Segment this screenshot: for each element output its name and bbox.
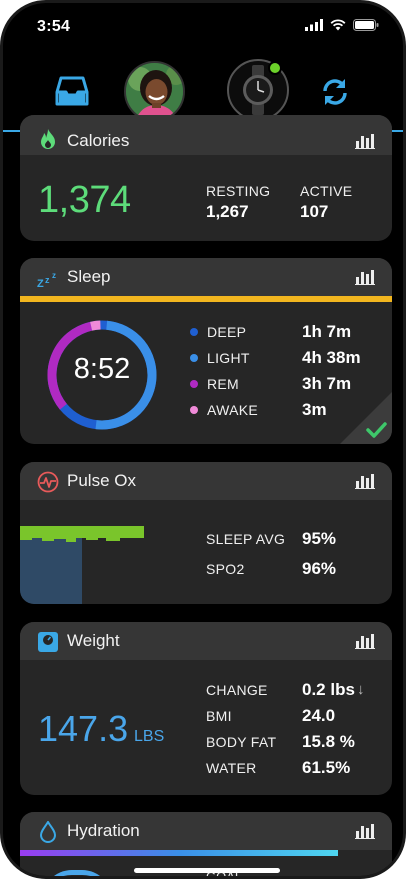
bar-chart-icon[interactable]: [355, 633, 375, 649]
calories-resting-value: 1,267: [206, 202, 249, 221]
sync-icon[interactable]: [319, 76, 351, 108]
sleep-awake-value: 3m: [302, 400, 327, 419]
sleep-title: Sleep: [67, 267, 111, 286]
sleep-deep-label: DEEP: [207, 324, 247, 340]
weight-change-value: 0.2 lbs: [302, 680, 355, 699]
battery-icon: [353, 19, 379, 31]
signal-icon: [305, 19, 323, 31]
scale-icon: [38, 632, 58, 652]
weight-water-value: 61.5%: [302, 758, 351, 777]
svg-text:Z: Z: [37, 278, 44, 289]
pulse-ox-card-header: Pulse Ox: [20, 462, 392, 500]
device-connected-indicator: [268, 61, 282, 75]
flame-icon: [41, 129, 55, 149]
bar-chart-icon[interactable]: [355, 269, 375, 285]
svg-text:z: z: [52, 271, 56, 280]
weight-change-arrow-icon: ↓: [357, 681, 365, 698]
bar-chart-icon[interactable]: [355, 473, 375, 489]
weight-card[interactable]: Weight 147.3 LBS CHANGE 0.2 lbs ↓ BMI 24…: [20, 622, 392, 795]
weight-bmi-label: BMI: [206, 708, 232, 724]
hydration-card-header: Hydration: [20, 812, 392, 850]
wifi-icon: [330, 19, 346, 31]
weight-water-label: WATER: [206, 760, 257, 776]
sleep-rem-label: REM: [207, 376, 240, 392]
sleep-card-header: Z z z Sleep: [20, 258, 392, 296]
pulse-ox-title: Pulse Ox: [67, 471, 136, 490]
sleep-awake-dot: [190, 406, 198, 414]
bar-chart-icon[interactable]: [355, 823, 375, 839]
sleep-total: 8:52: [73, 353, 131, 385]
weight-bmi-value: 24.0: [302, 706, 336, 725]
calories-active-label: ACTIVE: [300, 183, 353, 199]
calories-card[interactable]: Calories 1,374 RESTING 1,267 ACTIVE 107: [20, 115, 392, 241]
pulse-ox-sleep-avg-label: SLEEP AVG: [206, 531, 286, 547]
pulse-ox-card[interactable]: Pulse Ox SLEEP AVG 95% SPO2 96%: [20, 462, 392, 604]
status-bar: 3:54: [3, 3, 403, 53]
calories-total: 1,374: [38, 179, 131, 221]
hydration-value-clipped: [42, 870, 112, 876]
calories-card-header: Calories: [20, 115, 392, 155]
sleep-rem-dot: [190, 380, 198, 388]
zzz-icon: Z z z: [37, 271, 56, 289]
bar-chart-icon[interactable]: [355, 133, 375, 149]
sleep-rem-value: 3h 7m: [302, 374, 352, 393]
calories-title: Calories: [67, 131, 130, 150]
sleep-deep-value: 1h 7m: [302, 322, 352, 341]
weight-unit: LBS: [134, 728, 165, 745]
sleep-score-bar: [20, 296, 392, 302]
weight-change-label: CHANGE: [206, 682, 268, 698]
calories-resting-label: RESTING: [206, 183, 271, 199]
inbox-tray-icon[interactable]: [55, 75, 89, 107]
sleep-awake-label: AWAKE: [207, 402, 259, 418]
sleep-light-dot: [190, 354, 198, 362]
pulse-ox-spo2-value: 96%: [302, 559, 337, 578]
hydration-title: Hydration: [67, 821, 140, 840]
sleep-light-label: LIGHT: [207, 350, 250, 366]
pulse-ox-spo2-label: SPO2: [206, 561, 245, 577]
calories-active-value: 107: [300, 202, 329, 221]
weight-body-fat-value: 15.8 %: [302, 732, 355, 751]
pulse-ox-icon: [37, 471, 59, 493]
status-icons: [305, 19, 379, 31]
pulse-ox-sleep-avg-value: 95%: [302, 529, 337, 548]
avatar[interactable]: [124, 61, 185, 122]
avatar-image: [126, 63, 183, 120]
svg-text:z: z: [45, 275, 50, 285]
weight-title: Weight: [67, 631, 120, 650]
home-indicator[interactable]: [134, 868, 280, 873]
sleep-deep-dot: [190, 328, 198, 336]
weight-card-header: Weight: [20, 622, 392, 660]
sleep-card[interactable]: Z z z Sleep 8:52 DEEP 1h 7m LIGHT 4h 38m…: [20, 258, 392, 444]
water-drop-icon: [39, 821, 57, 843]
sleep-light-value: 4h 38m: [302, 348, 361, 367]
pulse-ox-sparkline: [20, 526, 144, 604]
weight-body-fat-label: BODY FAT: [206, 734, 277, 750]
weight-value: 147.3: [38, 708, 129, 749]
sleep-complete-badge: [340, 392, 392, 444]
phone-screen: 3:54 Calories 1,374 RESTING 1,267 ACTIVE…: [0, 0, 406, 879]
status-time: 3:54: [37, 18, 71, 35]
hydration-progress-bar: [20, 850, 338, 856]
